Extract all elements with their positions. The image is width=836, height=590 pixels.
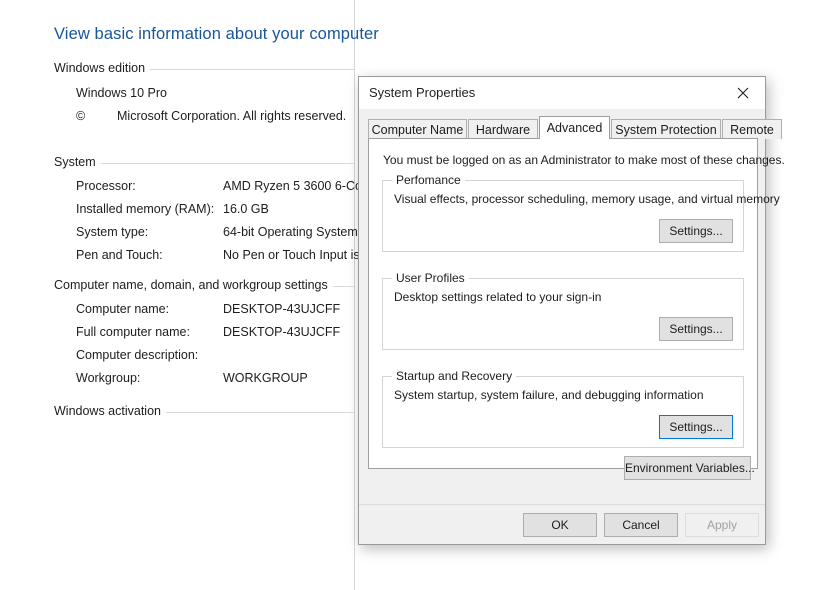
windows-edition-value: Windows 10 Pro — [76, 86, 168, 100]
tab-computer-name[interactable]: Computer Name — [368, 119, 467, 139]
tab-remote[interactable]: Remote — [722, 119, 782, 139]
row-value: DESKTOP-43UJCFF — [223, 325, 341, 339]
copyright-symbol: © — [76, 109, 86, 123]
row-label: Computer description: — [76, 348, 199, 362]
tab-hardware[interactable]: Hardware — [468, 119, 538, 139]
section-header-system: System — [54, 155, 354, 170]
section-label: System — [54, 155, 101, 169]
section-label: Windows edition — [54, 61, 151, 75]
dialog-title-bar: System Properties — [359, 77, 765, 109]
ok-button[interactable]: OK — [523, 513, 597, 537]
row-value: AMD Ryzen 5 3600 6-Cor — [223, 179, 367, 193]
tab-advanced[interactable]: Advanced — [539, 116, 610, 139]
performance-settings-button[interactable]: Settings... — [659, 219, 733, 243]
tab-system-protection[interactable]: System Protection — [611, 119, 721, 139]
dialog-title: System Properties — [369, 85, 476, 100]
row-label: System type: — [76, 225, 149, 239]
group-description: Visual effects, processor scheduling, me… — [394, 192, 780, 206]
row-label: Processor: — [76, 179, 136, 193]
row-label: Full computer name: — [76, 325, 190, 339]
group-user-profiles: User Profiles Desktop settings related t… — [382, 271, 744, 350]
tab-page-advanced: You must be logged on as an Administrato… — [368, 138, 785, 469]
group-startup-recovery: Startup and Recovery System startup, sys… — [382, 369, 744, 448]
apply-button: Apply — [685, 513, 759, 537]
tab-strip: Computer Name Hardware Advanced System P… — [368, 116, 782, 139]
row-value: DESKTOP-43UJCFF — [223, 302, 341, 316]
section-label: Windows activation — [54, 404, 166, 418]
row-value: 64-bit Operating System, — [223, 225, 362, 239]
section-header-windows-edition: Windows edition — [54, 61, 354, 76]
section-label: Computer name, domain, and workgroup set… — [54, 278, 333, 292]
page-title: View basic information about your comput… — [54, 25, 379, 43]
row-label: Computer name: — [76, 302, 170, 316]
close-icon[interactable] — [721, 77, 765, 108]
copyright-text: Microsoft Corporation. All rights reserv… — [117, 109, 347, 123]
group-performance: Perfomance Visual effects, processor sch… — [382, 173, 780, 252]
startup-recovery-settings-button[interactable]: Settings... — [659, 415, 733, 439]
group-title: Startup and Recovery — [392, 369, 517, 383]
row-value: WORKGROUP — [223, 371, 308, 385]
environment-variables-button[interactable]: Environment Variables... — [624, 456, 755, 480]
content-pane-edge — [354, 0, 355, 590]
administrator-note: You must be logged on as an Administrato… — [383, 153, 785, 167]
row-value: 16.0 GB — [223, 202, 269, 216]
row-label: Workgroup: — [76, 371, 141, 385]
group-description: System startup, system failure, and debu… — [394, 388, 704, 402]
system-properties-dialog: System Properties Computer Name Hardware… — [358, 76, 785, 545]
section-header-computer-name: Computer name, domain, and workgroup set… — [54, 278, 354, 293]
cancel-button[interactable]: Cancel — [604, 513, 678, 537]
user-profiles-settings-button[interactable]: Settings... — [659, 317, 733, 341]
group-title: User Profiles — [392, 271, 469, 285]
section-header-windows-activation: Windows activation — [54, 404, 354, 419]
row-label: Pen and Touch: — [76, 248, 163, 262]
footer-separator — [359, 504, 765, 505]
group-title: Perfomance — [392, 173, 465, 187]
row-label: Installed memory (RAM): — [76, 202, 215, 216]
group-description: Desktop settings related to your sign-in — [394, 290, 602, 304]
row-value: No Pen or Touch Input is — [223, 248, 360, 262]
